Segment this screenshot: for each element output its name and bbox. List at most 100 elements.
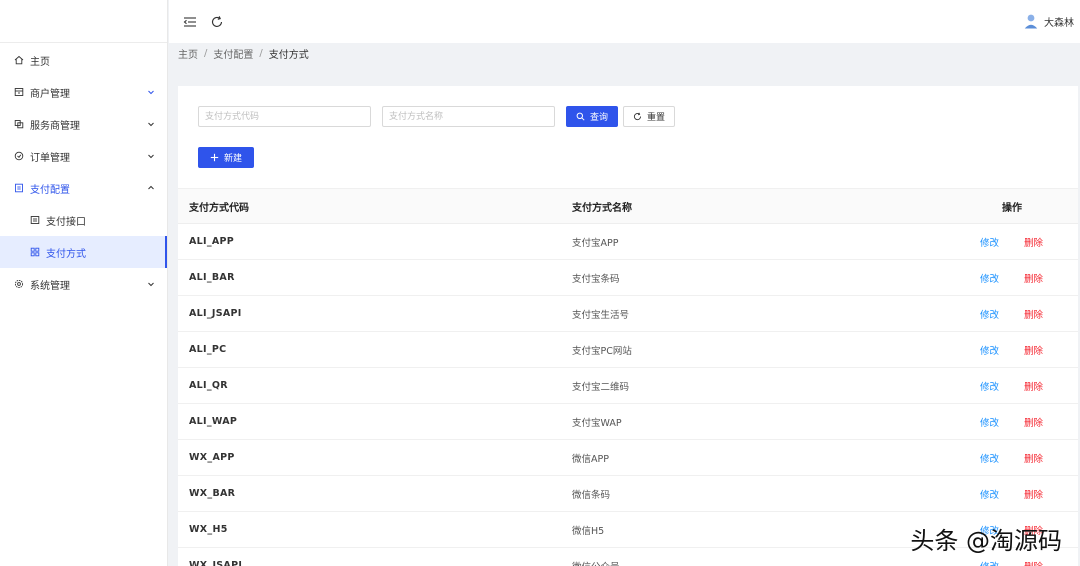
breadcrumb: 主页 / 支付配置 / 支付方式 [178,46,309,61]
payment-methods-table: 支付方式代码 支付方式名称 操作 ALI_APP 支付宝APP 修改 删除 ALI_BA… [178,188,1078,566]
search-icon [576,112,585,121]
sidebar-item-order[interactable]: 订单管理 [0,140,167,172]
delete-link[interactable]: 删除 [1024,271,1043,285]
breadcrumb-separator: / [259,48,263,59]
delete-link[interactable]: 删除 [1024,451,1043,465]
sidebar-item-label: 订单管理 [30,152,70,164]
cell-payment-name: 支付宝生活号 [572,309,630,321]
user-menu[interactable]: 大森林 [1024,13,1074,29]
column-header-name: 支付方式名称 [572,202,632,214]
sidebar-item-provider[interactable]: 服务商管理 [0,108,167,140]
edit-link[interactable]: 修改 [980,379,999,393]
column-header-code: 支付方式代码 [189,202,249,214]
edit-link[interactable]: 修改 [980,307,999,321]
breadcrumb-separator: / [204,48,208,59]
sidebar-item-merchant[interactable]: 商户管理 [0,76,167,108]
cell-payment-name: 微信H5 [572,525,605,537]
cell-payment-code: WX_JSAPI [189,560,243,566]
breadcrumb-payment-config[interactable]: 支付配置 [213,46,253,61]
provider-icon [14,119,24,129]
sidebar-item-payment-method[interactable]: 支付方式 [0,236,167,268]
query-button[interactable]: 查询 [566,106,619,127]
search-bar: 查询 重置 [198,106,676,127]
chevron-down-icon [147,152,155,160]
edit-link[interactable]: 修改 [980,451,999,465]
reload-icon [633,112,642,121]
sidebar-item-label: 主页 [30,56,50,68]
sidebar-item-label: 支付方式 [46,248,86,260]
table-row: ALI_QR 支付宝二维码 修改 删除 [178,368,1078,404]
chevron-down-icon [147,280,155,288]
interface-icon [30,215,40,225]
delete-link[interactable]: 删除 [1024,487,1043,501]
payment-code-input[interactable] [198,106,371,127]
home-icon [14,55,24,65]
cell-payment-name: 支付宝APP [572,237,619,249]
delete-link[interactable]: 删除 [1024,343,1043,357]
cell-payment-code: ALI_BAR [189,272,235,283]
reset-button[interactable]: 重置 [623,106,676,127]
edit-link[interactable]: 修改 [980,415,999,429]
chevron-down-icon [147,120,155,128]
delete-link[interactable]: 删除 [1024,559,1043,566]
delete-link[interactable]: 删除 [1024,235,1043,249]
edit-link[interactable]: 修改 [980,559,999,566]
cell-payment-code: ALI_WAP [189,416,238,427]
table-header: 支付方式代码 支付方式名称 操作 [178,188,1078,224]
chevron-down-icon [147,88,155,96]
edit-link[interactable]: 修改 [980,343,999,357]
sidebar-item-label: 服务商管理 [30,120,80,132]
table-row: ALI_PC 支付宝PC网站 修改 删除 [178,332,1078,368]
table-row: ALI_JSAPI 支付宝生活号 修改 删除 [178,296,1078,332]
new-button-label: 新建 [224,154,243,164]
delete-link[interactable]: 删除 [1024,379,1043,393]
cell-payment-code: WX_APP [189,452,235,463]
sidebar-item-home[interactable]: 主页 [0,44,167,76]
cell-payment-code: ALI_QR [189,380,228,391]
order-icon [14,151,24,161]
column-header-actions: 操作 [1002,202,1022,214]
sidebar-item-system[interactable]: 系统管理 [0,268,167,300]
sidebar-item-payment-interface[interactable]: 支付接口 [0,204,167,236]
reset-button-label: 重置 [647,113,666,123]
sidebar-item-label: 支付接口 [46,216,86,228]
sidebar-item-payment-config[interactable]: 支付配置 [0,172,167,204]
cell-actions: 修改 删除 [931,368,1078,403]
cell-payment-code: ALI_PC [189,344,227,355]
table-row: WX_BAR 微信条码 修改 删除 [178,476,1078,512]
cell-actions: 修改 删除 [931,332,1078,367]
edit-link[interactable]: 修改 [980,235,999,249]
avatar [1024,13,1038,29]
cell-payment-name: 微信APP [572,453,609,465]
user-name: 大森林 [1044,17,1074,29]
cell-actions: 修改 删除 [931,296,1078,331]
reload-icon[interactable] [210,15,224,29]
new-button[interactable]: 新建 [198,147,255,168]
sidebar-item-label: 支付配置 [30,184,70,196]
menu-fold-icon[interactable] [183,15,197,29]
breadcrumb-current: 支付方式 [268,50,309,61]
edit-link[interactable]: 修改 [980,271,999,285]
cell-payment-name: 微信条码 [572,489,611,501]
delete-link[interactable]: 删除 [1024,415,1043,429]
cell-payment-code: WX_BAR [189,488,236,499]
payment-name-input[interactable] [382,106,555,127]
cell-actions: 修改 删除 [931,476,1078,511]
table-row: ALI_WAP 支付宝WAP 修改 删除 [178,404,1078,440]
cell-payment-name: 支付宝二维码 [572,381,630,393]
cell-actions: 修改 删除 [931,404,1078,439]
logo-area [0,0,167,43]
cell-payment-name: 支付宝PC网站 [572,345,632,357]
content-card: 查询 重置 新建 支付方式代码 支付方式名称 操作 ALI_APP 支付宝APP 修… [178,86,1078,566]
edit-link[interactable]: 修改 [980,487,999,501]
delete-link[interactable]: 删除 [1024,307,1043,321]
sidebar-menu: 主页 商户管理 服务商管理 订单管理 支付配置 支付接口 支付方式 系统管理 [0,43,167,300]
merchant-icon [14,87,24,97]
table-body: ALI_APP 支付宝APP 修改 删除 ALI_BAR 支付宝条码 修改 删除 ALI_JSA… [178,224,1078,566]
watermark: 头条 @淘源码 [910,527,1062,555]
breadcrumb-home[interactable]: 主页 [178,46,198,61]
plus-icon [210,153,219,162]
top-header: 大森林 [169,0,1080,43]
settings-icon [14,279,24,289]
cell-payment-name: 支付宝条码 [572,273,620,285]
